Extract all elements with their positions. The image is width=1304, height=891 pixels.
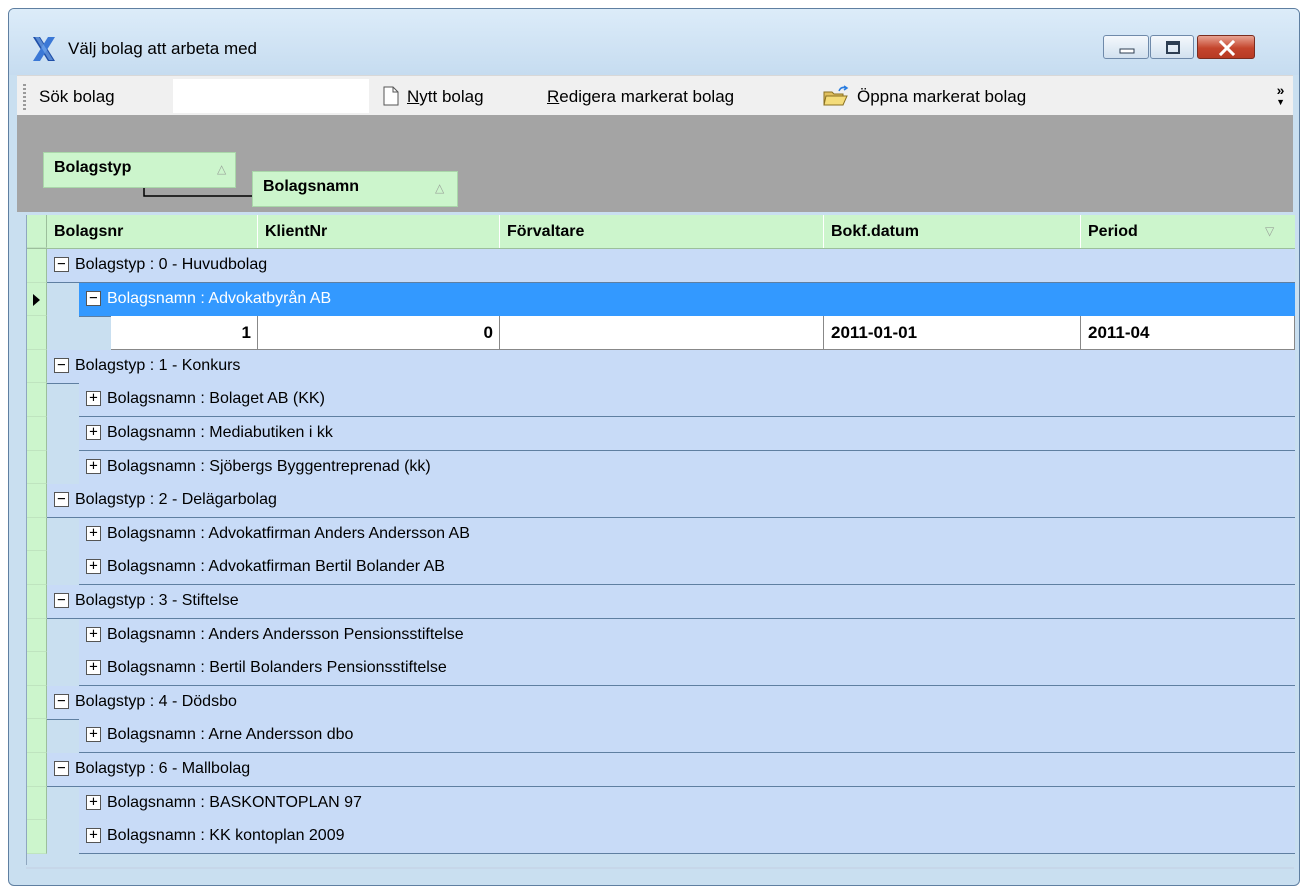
expand-icon[interactable]: + [86,626,101,642]
expand-icon[interactable]: + [86,458,101,474]
column-header-klientnr[interactable]: KlientNr [258,215,500,248]
search-input[interactable] [173,79,369,113]
group-row-bolagstyp[interactable]: − Bolagstyp : 3 - Stiftelse [27,585,1295,619]
window-title: Välj bolag att arbeta med [68,39,258,58]
chevron-double-right-icon: » [1276,82,1285,98]
group-row-label: Bolagsnamn : Advokatbyrån AB [107,289,332,307]
search-label: Sök bolag [39,87,115,106]
close-icon [1218,39,1236,57]
company-grid: Bolagsnr KlientNr Förvaltare Bokf.datum … [26,215,1295,865]
expand-icon[interactable]: + [86,559,101,575]
group-chip-bolagsnamn[interactable]: Bolagsnamn △ [252,171,458,207]
grid-bottom-border [26,867,1294,869]
expand-icon[interactable]: + [86,425,101,440]
group-row-label: Bolagsnamn : Sjöbergs Byggentreprenad (k… [107,457,431,475]
group-row-label: Bolagsnamn : Advokatfirman Anders Anders… [107,524,470,542]
title-bar[interactable]: Välj bolag att arbeta med [9,9,1299,75]
collapse-icon[interactable]: − [54,593,69,608]
header-row-selector [27,215,47,248]
cell-forvaltare[interactable] [500,316,824,351]
group-row-label: Bolagsnamn : Advokatfirman Bertil Boland… [107,558,445,576]
collapse-icon[interactable]: − [54,761,69,776]
group-row-bolagstyp[interactable]: − Bolagstyp : 0 - Huvudbolag [27,249,1295,283]
cell-period[interactable]: 2011-04 [1081,316,1295,351]
maximize-button[interactable] [1150,35,1194,59]
expand-icon[interactable]: + [86,794,101,810]
cell-bokf-datum[interactable]: 2011-01-01 [824,316,1081,351]
group-chip-bolagstyp[interactable]: Bolagstyp △ [43,152,236,188]
group-row-bolagsnamn[interactable]: + Bolagsnamn : Bolaget AB (KK) [27,383,1295,418]
expand-icon[interactable]: + [86,525,101,541]
toolbar-overflow-button[interactable]: » ▼ [1276,82,1285,108]
group-connector [143,188,260,197]
toolbar: Sök bolag Nytt bolag Redigera markerat b… [17,75,1293,116]
collapse-icon[interactable]: − [54,357,69,373]
group-row-bolagstyp[interactable]: − Bolagstyp : 4 - Dödsbo [27,685,1295,720]
sort-ascending-icon: △ [435,181,445,195]
cell-bolagsnr[interactable]: 1 [111,316,258,351]
column-header-period[interactable]: Period ▽ [1081,215,1295,248]
group-row-bolagsnamn[interactable]: + Bolagsnamn : Advokatfirman Bertil Bolan… [27,551,1295,586]
cell-klientnr[interactable]: 0 [258,316,500,351]
open-folder-icon [823,85,849,106]
open-company-button[interactable]: Öppna markerat bolag [857,87,1026,107]
group-row-label: Bolagsnamn : BASKONTOPLAN 97 [107,793,362,811]
group-row-label: Bolagsnamn : Bolaget AB (KK) [107,390,325,408]
expand-icon[interactable]: + [86,828,101,844]
edit-company-button[interactable]: Redigera markerat bolag [547,87,734,107]
group-row-label: Bolagstyp : 3 - Stiftelse [75,592,239,609]
new-company-button[interactable]: Nytt bolag [407,87,484,107]
close-button[interactable] [1197,35,1255,59]
group-row-bolagsnamn[interactable]: + Bolagsnamn : Mediabutiken i kk [27,417,1295,451]
collapse-icon[interactable]: − [54,492,69,508]
group-row-bolagsnamn[interactable]: + Bolagsnamn : Anders Andersson Pensionss… [27,618,1295,653]
column-header-forvaltare[interactable]: Förvaltare [500,215,824,248]
sort-ascending-icon: △ [217,162,227,176]
expand-icon[interactable]: + [86,391,101,407]
chevron-down-icon: ▼ [1276,97,1285,107]
group-row-bolagsnamn[interactable]: + Bolagsnamn : BASKONTOPLAN 97 [27,786,1295,821]
toolbar-grip[interactable] [23,84,26,110]
group-row-bolagstyp[interactable]: − Bolagstyp : 1 - Konkurs [27,349,1295,384]
data-row[interactable]: 1 0 2011-01-01 2011-04 [27,316,1295,351]
group-row-label: Bolagsnamn : KK kontoplan 2009 [107,827,345,845]
group-by-area[interactable]: Bolagstyp △ Bolagsnamn △ [17,115,1293,212]
group-row-label: Bolagstyp : 1 - Konkurs [75,356,241,374]
main-window: Välj bolag att arbeta med Sök bolag Nytt… [8,8,1300,886]
group-row-bolagsnamn[interactable]: + Bolagsnamn : Arne Andersson dbo [27,719,1295,754]
expand-icon[interactable]: + [86,727,101,743]
expand-icon[interactable]: + [86,660,101,676]
sort-descending-icon: ▽ [1265,224,1275,238]
minimize-button[interactable] [1103,35,1149,59]
group-row-bolagsnamn[interactable]: + Bolagsnamn : KK kontoplan 2009 [27,820,1295,855]
collapse-icon[interactable]: − [86,290,101,306]
new-document-icon [383,86,399,106]
group-row-label: Bolagsnamn : Anders Andersson Pensionsst… [107,625,464,643]
minimize-icon [1119,48,1135,54]
group-row-label: Bolagstyp : 4 - Dödsbo [75,692,237,710]
collapse-icon[interactable]: − [54,693,69,709]
x-logo-icon [33,37,55,61]
grid-header: Bolagsnr KlientNr Förvaltare Bokf.datum … [27,215,1295,249]
group-row-bolagsnamn[interactable]: + Bolagsnamn : Bertil Bolanders Pensionss… [27,652,1295,687]
group-row-bolagstyp[interactable]: − Bolagstyp : 6 - Mallbolag [27,753,1295,787]
group-row-label: Bolagstyp : 6 - Mallbolag [75,760,251,777]
group-row-bolagsnamn[interactable]: − Bolagsnamn : Advokatbyrån AB [27,282,1295,317]
column-header-bokf-datum[interactable]: Bokf.datum [824,215,1081,248]
group-row-label: Bolagstyp : 2 - Delägarbolag [75,491,277,509]
group-row-bolagstyp[interactable]: − Bolagstyp : 2 - Delägarbolag [27,484,1295,519]
collapse-icon[interactable]: − [54,257,69,272]
group-row-bolagsnamn[interactable]: + Bolagsnamn : Sjöbergs Byggentreprenad (… [27,450,1295,485]
column-header-bolagsnr[interactable]: Bolagsnr [47,215,258,248]
group-row-label: Bolagsnamn : Arne Andersson dbo [107,726,354,744]
group-row-label: Bolagsnamn : Bertil Bolanders Pensionsst… [107,659,447,677]
group-row-label: Bolagstyp : 0 - Huvudbolag [75,256,268,273]
group-row-label: Bolagsnamn : Mediabutiken i kk [107,424,333,441]
maximize-icon [1166,41,1180,54]
group-row-bolagsnamn[interactable]: + Bolagsnamn : Advokatfirman Anders Ander… [27,517,1295,552]
